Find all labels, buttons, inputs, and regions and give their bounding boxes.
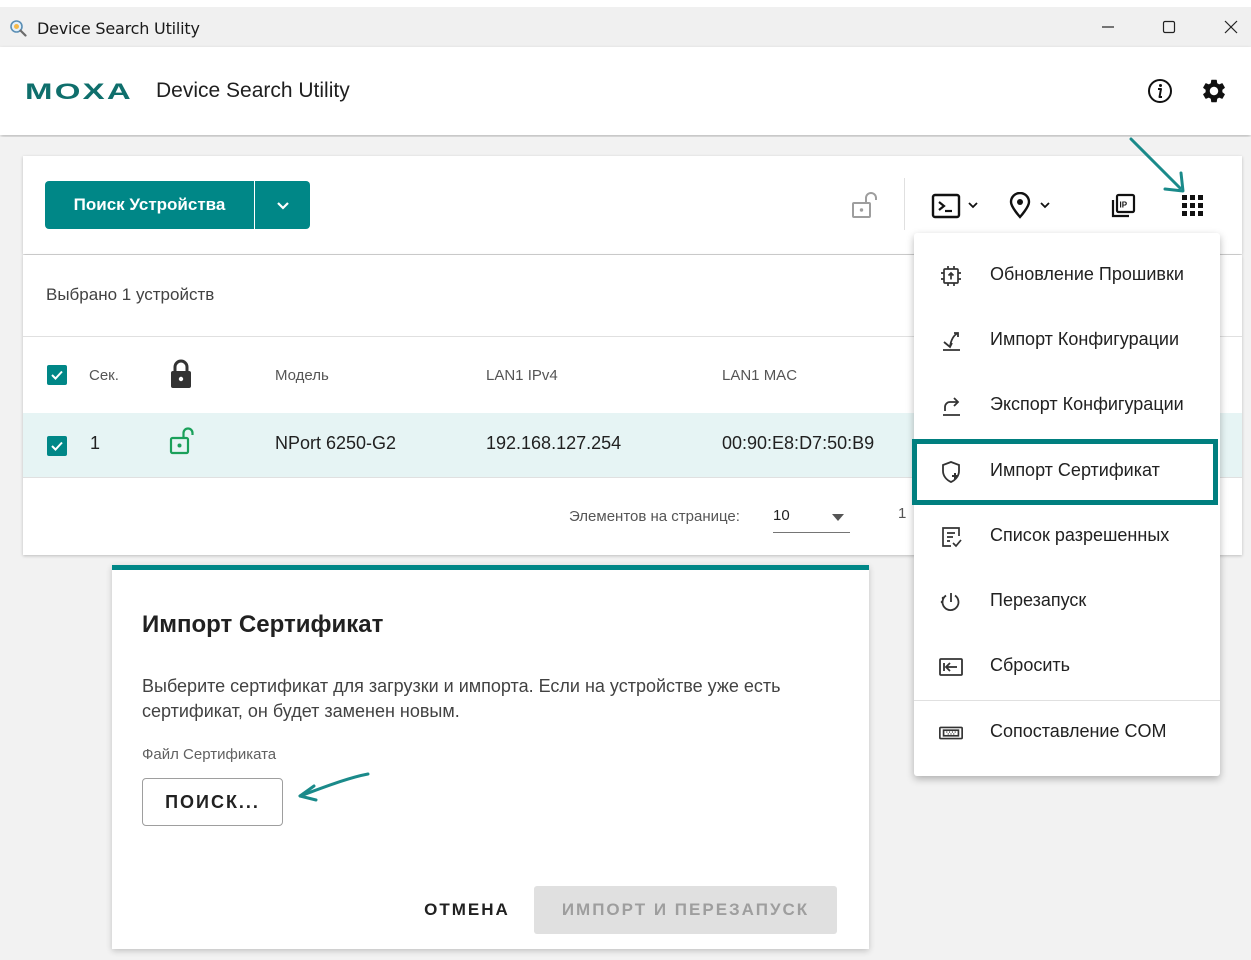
selected-count: Выбрано 1 устройств	[46, 285, 215, 304]
menu-item-label: Экспорт Конфигурации	[990, 394, 1184, 414]
dialog-title: Импорт Сертификат	[142, 611, 384, 638]
check-icon	[51, 370, 63, 380]
location-icon	[1009, 192, 1031, 219]
items-per-page-select[interactable]: 10	[773, 503, 850, 533]
moxa-logo: MOXA	[25, 79, 137, 107]
close-icon	[1224, 20, 1238, 34]
minimize-button[interactable]	[1085, 7, 1131, 47]
menu-item-firmware-update[interactable]: Обновление Прошивки	[914, 243, 1220, 307]
column-header-mac[interactable]: LAN1 MAC	[722, 367, 797, 384]
terminal-menu-button[interactable]	[931, 191, 985, 221]
cancel-button[interactable]: ОТМЕНА	[408, 886, 526, 934]
maximize-button[interactable]	[1146, 7, 1192, 47]
row-mac: 00:90:E8:D7:50:B9	[722, 433, 875, 453]
dialog-description: Выберите сертификат для загрузки и импор…	[142, 676, 781, 721]
column-header-model[interactable]: Модель	[275, 367, 329, 384]
menu-item-reset[interactable]: Сбросить	[914, 634, 1220, 698]
menu-item-export-config[interactable]: Экспорт Конфигурации	[914, 373, 1220, 437]
window-titlebar: Device Search Utility	[0, 7, 1251, 47]
window-title: Device Search Utility	[37, 19, 200, 38]
terminal-icon	[931, 193, 961, 219]
app-title: Device Search Utility	[156, 79, 350, 102]
unlock-icon[interactable]	[849, 189, 881, 221]
chevron-down-icon	[276, 202, 289, 210]
menu-item-label: Сбросить	[990, 655, 1071, 675]
menu-item-label: Импорт Конфигурации	[990, 329, 1180, 349]
menu-item-import-config[interactable]: Импорт Конфигурации	[914, 308, 1220, 372]
toolbar-separator	[904, 178, 905, 230]
export-config-icon	[938, 393, 964, 419]
select-all-checkbox[interactable]	[47, 365, 67, 385]
browse-button[interactable]: ПОИСК...	[142, 778, 283, 826]
location-menu-button[interactable]	[1008, 191, 1058, 221]
check-icon	[51, 441, 63, 451]
com-mapping-icon	[938, 720, 964, 746]
menu-item-allowlist[interactable]: Список разрешенных	[914, 504, 1220, 568]
menu-item-label: Обновление Прошивки	[990, 264, 1184, 284]
menu-item-restart[interactable]: Перезапуск	[914, 569, 1220, 633]
annotation-arrow-icon	[1129, 137, 1185, 193]
app-header: MOXA Device Search Utility	[0, 47, 1251, 135]
certificate-file-label: Файл Сертификата	[142, 746, 277, 763]
highlight-box	[912, 439, 1218, 505]
minimize-icon	[1102, 26, 1114, 28]
import-config-icon	[938, 328, 964, 354]
settings-icon[interactable]	[1199, 76, 1229, 106]
lock-icon	[168, 359, 194, 389]
annotation-arrow-icon	[298, 772, 370, 802]
menu-item-label: Перезапуск	[990, 590, 1087, 610]
unlocked-status-icon	[169, 426, 195, 456]
row-model: NPort 6250-G2	[275, 433, 397, 453]
reset-icon	[938, 654, 964, 680]
app-search-icon	[9, 19, 27, 37]
search-devices-button[interactable]: Поиск Устройства	[45, 181, 254, 229]
row-ipv4: 192.168.127.254	[486, 433, 622, 453]
allowlist-icon	[938, 524, 964, 550]
import-restart-button[interactable]: ИМПОРТ И ПЕРЕЗАПУСК	[534, 886, 837, 934]
column-header-sec[interactable]: Сек.	[89, 367, 119, 384]
items-per-page-value: 10	[773, 507, 790, 524]
menu-item-label: Список разрешенных	[990, 525, 1170, 545]
dropdown-arrow-icon	[832, 514, 844, 521]
restart-icon	[938, 589, 964, 615]
row-checkbox[interactable]	[47, 436, 67, 456]
maximize-icon	[1162, 20, 1176, 34]
column-header-ipv4[interactable]: LAN1 IPv4	[486, 367, 558, 384]
row-sec: 1	[90, 433, 101, 453]
firmware-icon	[938, 263, 964, 289]
page-range: 1	[898, 505, 907, 522]
menu-item-com-mapping[interactable]: Сопоставление COM	[914, 700, 1220, 764]
import-certificate-dialog: Импорт Сертификат Выберите сертификат дл…	[112, 565, 869, 949]
search-options-dropdown[interactable]	[255, 181, 310, 229]
info-icon[interactable]	[1145, 76, 1175, 106]
menu-item-label: Сопоставление COM	[990, 721, 1167, 741]
close-button[interactable]	[1208, 7, 1251, 47]
svg-text:MOXA: MOXA	[25, 80, 133, 102]
items-per-page-label: Элементов на странице:	[569, 508, 740, 525]
